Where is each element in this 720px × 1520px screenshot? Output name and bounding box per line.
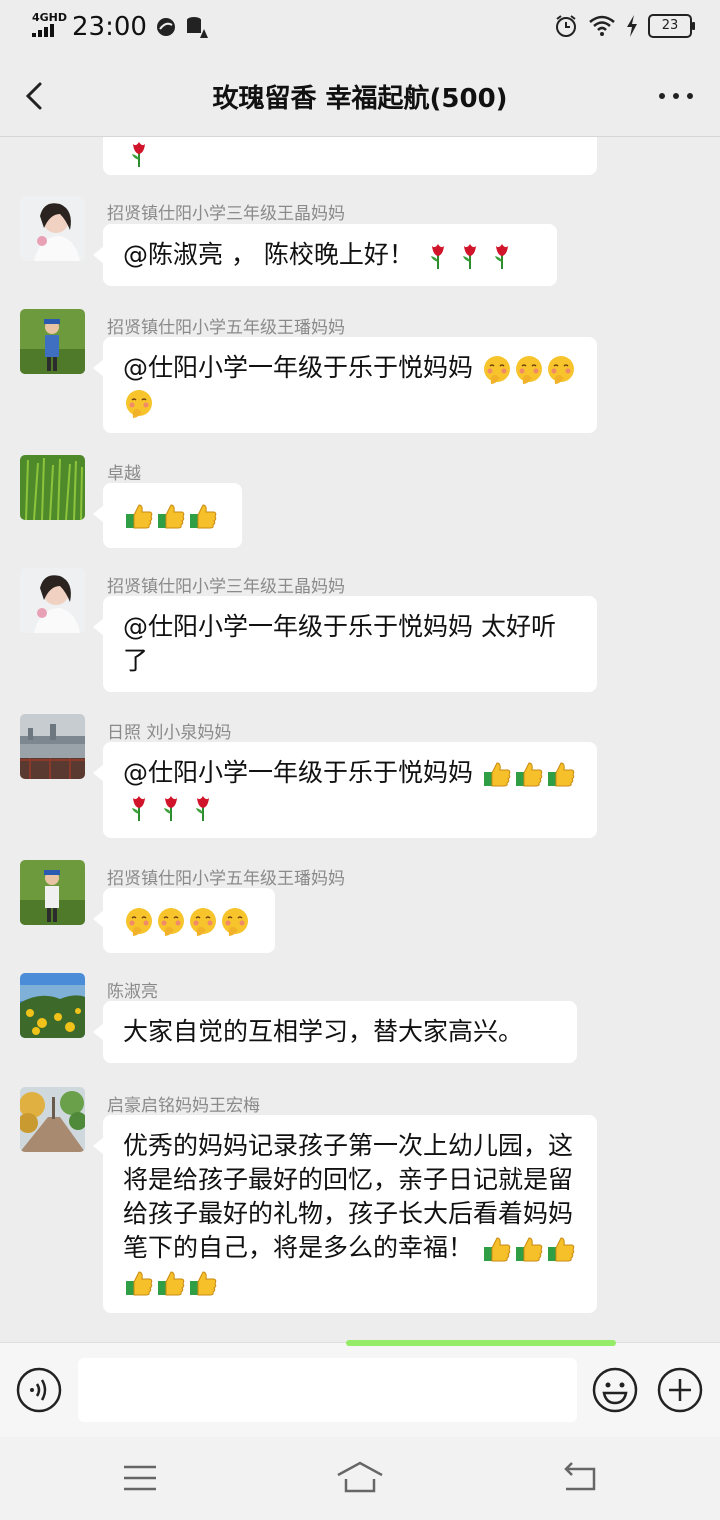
message-input[interactable] (78, 1358, 577, 1422)
thumbs-up-icon (515, 762, 543, 787)
own-message-bubble-peek (346, 1340, 616, 1346)
message-bubble-partial[interactable] (103, 137, 597, 175)
battery-icon: 23 (648, 14, 695, 38)
thumbs-up-icon (158, 1271, 185, 1296)
charging-icon (627, 15, 637, 37)
alarm-icon (556, 15, 576, 37)
message-bubble[interactable]: 优秀的妈妈记录孩子第一次上幼儿园，这将是给孩子最好的回忆，亲子日记就是留给孩子最… (93, 1115, 597, 1313)
clock: 23:00 (72, 12, 147, 42)
message-bubble[interactable]: 大家自觉的互相学习，替大家高兴。 (93, 1001, 577, 1063)
sender-name: 招贤镇仕阳小学五年级王璠妈妈 (107, 869, 345, 889)
sender-name: 招贤镇仕阳小学三年级王晶妈妈 (107, 204, 345, 224)
shy-face-icon (126, 390, 152, 418)
sender-name: 卓越 (107, 464, 141, 484)
network-type: 4GHD (32, 11, 68, 24)
message-bubble[interactable] (93, 888, 275, 953)
avatar[interactable] (20, 568, 85, 633)
avatar[interactable] (20, 196, 85, 261)
status-bar: 4GHD 23:00 23 (0, 0, 720, 56)
message-input-bar (0, 1340, 720, 1437)
thumbs-up-icon (547, 1237, 575, 1262)
rose-icon (132, 796, 145, 821)
thumbs-up-icon (515, 1237, 543, 1262)
sender-name: 启豪启铭妈妈王宏梅 (107, 1096, 260, 1116)
shy-face-icon (222, 908, 248, 936)
message-bubble[interactable]: @仕阳小学一年级于乐于悦妈妈 (93, 742, 597, 838)
thumbs-up-icon (483, 762, 511, 787)
avatar[interactable] (20, 455, 85, 520)
more-options-icon[interactable] (656, 82, 696, 110)
shy-face-icon (515, 356, 542, 384)
sender-name: 招贤镇仕阳小学五年级王璠妈妈 (107, 318, 345, 338)
plus-icon[interactable] (657, 1367, 703, 1413)
rose-icon (196, 796, 209, 821)
shy-face-icon (547, 356, 574, 384)
message-text: @陈淑亮 ， 陈校晚上好！ (123, 240, 414, 269)
thumbs-up-icon (547, 762, 575, 787)
notification-icon (156, 18, 175, 36)
avatar[interactable] (20, 1087, 85, 1152)
message-bubble[interactable] (93, 483, 242, 548)
avatar[interactable] (20, 309, 85, 374)
signal-icon: 4GHD (30, 11, 68, 42)
back-icon[interactable] (560, 1461, 600, 1495)
home-icon[interactable] (334, 1459, 386, 1495)
message-bubble[interactable]: @仕阳小学一年级于乐于悦妈妈 (93, 337, 597, 433)
thumbs-up-icon (483, 1237, 511, 1262)
message-bubble[interactable]: @陈淑亮 ， 陈校晚上好！ (93, 224, 557, 286)
avatar[interactable] (20, 860, 85, 925)
rose-icon (164, 796, 177, 821)
shy-face-icon (126, 908, 152, 936)
system-nav-bar (0, 1437, 720, 1520)
avatar[interactable] (20, 973, 85, 1038)
thumbs-up-icon (126, 504, 153, 529)
sender-name: 日照 刘小泉妈妈 (107, 723, 232, 743)
shy-face-icon (483, 356, 510, 384)
sender-name: 招贤镇仕阳小学三年级王晶妈妈 (107, 577, 345, 597)
message-bubble[interactable]: @仕阳小学一年级于乐于悦妈妈 太好听了 (93, 596, 597, 692)
message-text: @仕阳小学一年级于乐于悦妈妈 太好听了 (123, 612, 556, 675)
menu-icon[interactable] (122, 1463, 158, 1493)
battery-level: 23 (661, 18, 679, 33)
rose-icon (462, 244, 476, 269)
emoji-icon[interactable] (592, 1367, 638, 1413)
message-text: @仕阳小学一年级于乐于悦妈妈 (123, 758, 474, 787)
thumbs-up-icon (190, 1271, 217, 1296)
rose-icon (494, 244, 508, 269)
avatar[interactable] (20, 714, 85, 779)
voice-input-icon[interactable] (16, 1367, 62, 1413)
thumbs-up-icon (126, 1271, 153, 1296)
message-text: @仕阳小学一年级于乐于悦妈妈 (123, 353, 474, 382)
thumbs-up-icon (158, 504, 185, 529)
chat-title: 玫瑰留香 幸福起航(500) (212, 84, 508, 114)
chat-message-list[interactable]: 招贤镇仕阳小学三年级王晶妈妈 @陈淑亮 ， 陈校晚上好！ 招贤镇仕阳小学五年级王… (0, 137, 720, 1342)
message-text: 大家自觉的互相学习，替大家高兴。 (123, 1017, 524, 1046)
rose-icon (430, 244, 444, 269)
shy-face-icon (190, 908, 216, 936)
sender-name: 陈淑亮 (107, 982, 158, 1002)
rose-icon (132, 142, 145, 167)
storage-warning-icon (186, 17, 208, 38)
shy-face-icon (158, 908, 184, 936)
thumbs-up-icon (190, 504, 217, 529)
wifi-icon (589, 15, 615, 36)
chat-header: 玫瑰留香 幸福起航(500) (0, 56, 720, 137)
